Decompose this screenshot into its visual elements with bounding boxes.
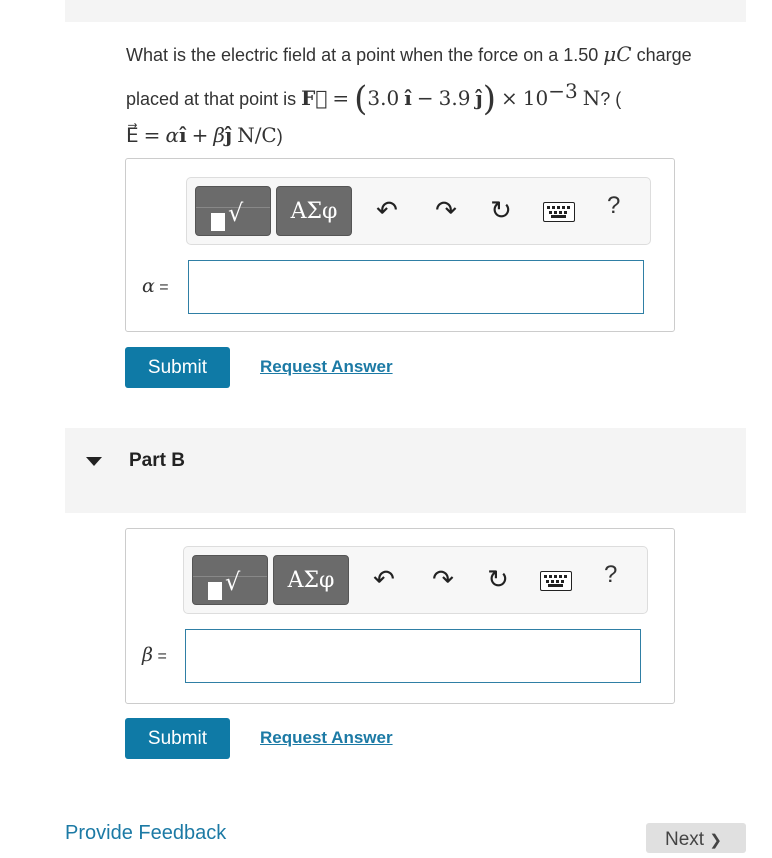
top-band (65, 0, 746, 22)
undo-icon-b[interactable]: ↶ (368, 563, 400, 595)
i-hat-2: î (178, 123, 187, 147)
j-hat-2: ĵ (224, 123, 233, 147)
charge-unit: μC (603, 42, 632, 66)
submit-button-part-a[interactable]: Submit (125, 347, 230, 388)
help-button-b[interactable]: ? (604, 561, 617, 589)
question-text-a: What is the electric field at a point wh… (126, 45, 604, 65)
question-text-c: placed at that point is (126, 89, 302, 109)
alpha-label: α = (142, 275, 169, 297)
ten: 10 (522, 86, 549, 110)
question-text: What is the electric field at a point wh… (126, 36, 746, 154)
close-paren: ) (482, 79, 496, 119)
question-close: ) (276, 126, 283, 146)
request-answer-link-part-a[interactable]: Request Answer (260, 357, 393, 377)
symbols-button[interactable]: ΑΣφ (276, 186, 352, 236)
placeholder-box-icon (211, 213, 225, 231)
beta-label: β = (142, 644, 167, 666)
symbols-button-b[interactable]: ΑΣφ (273, 555, 349, 605)
math-toolbar-b: √ ΑΣφ ↶ ↷ ↻ ? (183, 546, 648, 614)
answer-box-part-b: √ ΑΣφ ↶ ↷ ↻ ? β = (125, 528, 675, 704)
provide-feedback-link[interactable]: Provide Feedback (65, 822, 226, 845)
times-sign: × (500, 86, 518, 110)
question-text-d: ? ( (600, 89, 622, 109)
submit-button-part-b[interactable]: Submit (125, 718, 230, 759)
question-line-3: E⃗ = αî + βĵ N/C) (126, 117, 746, 154)
beta-label-symbol: β (142, 644, 153, 666)
math-toolbar: √ ΑΣφ ↶ ↷ ↻ ? (186, 177, 651, 245)
question-text-b: charge (631, 45, 692, 65)
chevron-down-icon[interactable] (86, 457, 102, 466)
part-b-title: Part B (129, 450, 185, 471)
keyboard-icon-b[interactable] (540, 571, 572, 591)
placeholder-box-icon-b (208, 582, 222, 600)
question-line-2: placed at that point is F⃗ = (3.0 î − 3.… (126, 73, 746, 117)
force-unit: N (582, 86, 601, 110)
redo-icon-b[interactable]: ↷ (427, 563, 459, 595)
sqrt-icon: √ (228, 199, 244, 227)
e-field-unit: N/C (237, 123, 277, 147)
minus-sign: − (416, 86, 434, 110)
next-label: Next (665, 829, 705, 850)
j-hat: ĵ (475, 86, 483, 110)
i-hat: î (404, 86, 412, 110)
templates-button-b[interactable]: √ (192, 555, 268, 605)
open-paren: ( (354, 79, 368, 119)
alpha-label-symbol: α (142, 275, 155, 297)
equals-sign-2: = (143, 123, 161, 147)
templates-button[interactable]: √ (195, 186, 271, 236)
request-answer-link-part-b[interactable]: Request Answer (260, 728, 393, 748)
reset-icon[interactable]: ↻ (485, 194, 517, 226)
next-button[interactable]: Next ❯ (646, 823, 746, 853)
beta-label-eq: = (157, 648, 167, 665)
force-y-component: 3.9 (438, 86, 471, 110)
greek-symbols-label: ΑΣφ (290, 199, 338, 224)
reset-icon-b[interactable]: ↻ (482, 563, 514, 595)
question-line-1: What is the electric field at a point wh… (126, 36, 746, 73)
alpha-answer-input[interactable] (188, 260, 644, 314)
undo-icon[interactable]: ↶ (371, 194, 403, 226)
answer-box-part-a: √ ΑΣφ ↶ ↷ ↻ ? α = (125, 158, 675, 332)
exponent: −3 (548, 79, 578, 103)
force-symbol: F⃗ (301, 86, 328, 110)
force-x-component: 3.0 (367, 86, 400, 110)
alpha-label-eq: = (159, 279, 169, 296)
greek-symbols-label-b: ΑΣφ (287, 568, 335, 593)
sqrt-icon-b: √ (225, 568, 241, 596)
e-field-symbol: E⃗ (126, 123, 139, 147)
equals-sign: = (332, 86, 350, 110)
beta-symbol: β (213, 123, 225, 147)
keyboard-icon[interactable] (543, 202, 575, 222)
beta-answer-input[interactable] (185, 629, 641, 683)
help-button[interactable]: ? (607, 192, 620, 220)
plus-sign: + (191, 123, 209, 147)
alpha-symbol: α (165, 123, 179, 147)
redo-icon[interactable]: ↷ (430, 194, 462, 226)
